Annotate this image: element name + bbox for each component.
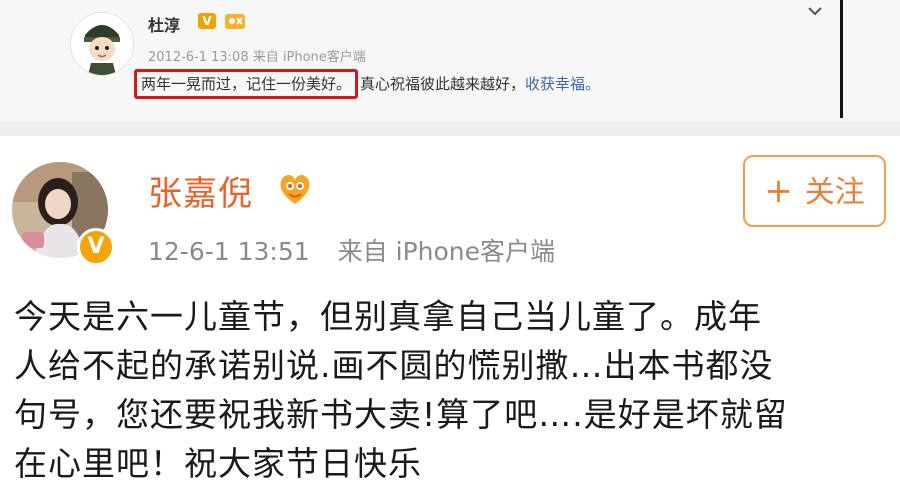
post-body-line: 句号，您还要祝我新书大卖!算了吧….是好是坏就留 — [14, 395, 788, 434]
divider — [0, 122, 900, 136]
post-timestamp: 12-6-1 13:51 — [148, 237, 310, 266]
cartoon-avatar-icon — [71, 13, 133, 75]
post-meta: 2012-6-1 13:08 来自 iPhone客户端 — [148, 46, 366, 65]
post-text-link[interactable]: 收获幸福。 — [525, 75, 600, 93]
plus-icon: + — [764, 171, 793, 211]
post-text-middle: 真心祝福彼此越来越好， — [360, 75, 526, 93]
post-source: 来自 iPhone客户端 — [337, 237, 556, 266]
post-body-line: 今天是六一儿童节，但别真拿自己当儿童了。成年 — [14, 297, 762, 336]
post-text: 两年一晃而过，记住一份美好。 真心祝福彼此越来越好，收获幸福。 — [134, 69, 600, 99]
post-body-line: 在心里吧！祝大家节日快乐 — [14, 444, 422, 483]
highlighted-text: 两年一晃而过，记住一份美好。 — [134, 69, 359, 99]
verified-badge-icon: V — [77, 228, 115, 266]
post-body-line: 人给不起的承诺别说.画不圆的慌别撒…出本书都没 — [14, 346, 774, 385]
earlier-post-card: 杜淳 V 2012-6-1 13:08 来自 iPhone客户端 两年一晃而过，… — [0, 0, 900, 122]
post-timestamp: 2012-6-1 13:08 — [148, 50, 249, 65]
scrollbar[interactable] — [840, 0, 843, 118]
post-text-rest: 真心祝福彼此越来越好，收获幸福。 — [358, 69, 600, 99]
vip-member-icon — [280, 174, 310, 204]
member-level-icon — [225, 14, 245, 29]
chevron-down-icon[interactable] — [806, 4, 824, 18]
post-body: 今天是六一儿童节，但别真拿自己当儿童了。成年 人给不起的承诺别说.画不圆的慌别撒… — [14, 292, 894, 488]
verified-badge-icon: V — [198, 13, 216, 29]
post-meta: 12-6-1 13:51 来自 iPhone客户端 — [148, 232, 555, 268]
follow-button[interactable]: + 关注 — [743, 155, 886, 227]
author-name[interactable]: 杜淳 — [148, 12, 180, 36]
author-name[interactable]: 张嘉倪 — [148, 166, 253, 215]
follow-label: 关注 — [804, 175, 865, 210]
author-avatar[interactable] — [70, 12, 134, 76]
post-source: 来自 iPhone客户端 — [252, 50, 366, 65]
